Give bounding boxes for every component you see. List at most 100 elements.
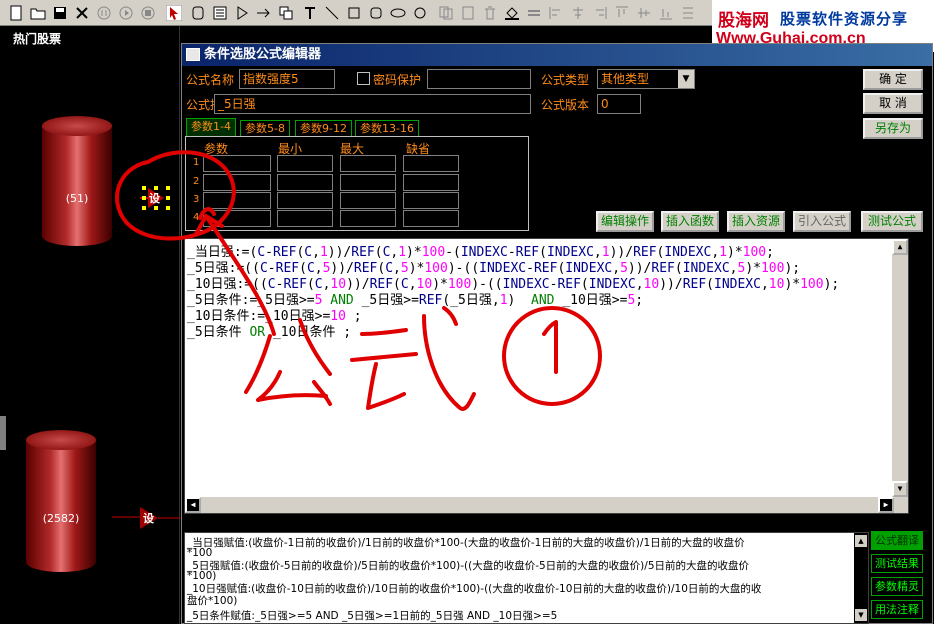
- parameters-panel: 参数 最小 最大 缺省 1 2 3 4: [185, 136, 529, 231]
- rectangle-icon[interactable]: [346, 5, 362, 21]
- param-default-cell[interactable]: [403, 174, 459, 191]
- param-name-cell[interactable]: [203, 174, 271, 191]
- circle-icon[interactable]: [412, 5, 428, 21]
- formula-version-input[interactable]: 0: [597, 94, 641, 114]
- param-max-cell[interactable]: [340, 174, 396, 191]
- text-icon[interactable]: [302, 5, 318, 21]
- copy-icon[interactable]: [278, 5, 294, 21]
- line-icon[interactable]: [324, 5, 340, 21]
- play-icon[interactable]: [234, 5, 250, 21]
- formula-code-editor[interactable]: _当日强:=(C-REF(C,1))/REF(C,1)*100-(INDEXC-…: [184, 238, 909, 514]
- formula-editor-dialog: 条件选股公式编辑器 公式名称 指数强度5 密码保护 公式类型 其他类型 ▼ 公式…: [181, 43, 933, 624]
- password-input[interactable]: [427, 69, 531, 89]
- annotation-scrollbar[interactable]: ▲ ▼: [854, 533, 868, 623]
- stock-cylinder[interactable]: (51): [42, 116, 112, 246]
- ok-button[interactable]: 确 定: [863, 69, 923, 90]
- scroll-left-icon[interactable]: ◀: [185, 497, 201, 513]
- scroll-up-icon[interactable]: ▲: [855, 535, 867, 547]
- formula-type-select[interactable]: 其他类型 ▼: [597, 69, 695, 89]
- window-icon: [186, 48, 200, 61]
- param-max-cell[interactable]: [340, 192, 396, 209]
- tab-params-5-8[interactable]: 参数5-8: [240, 120, 290, 137]
- insert-resource-button[interactable]: 插入资源: [727, 211, 785, 232]
- dialog-title-bar[interactable]: 条件选股公式编辑器: [182, 44, 932, 66]
- param-name-cell[interactable]: [203, 192, 271, 209]
- param-name-cell[interactable]: [203, 155, 271, 172]
- open-icon[interactable]: [30, 5, 46, 21]
- scroll-right-icon[interactable]: ▶: [878, 497, 894, 513]
- param-row-number: 1: [193, 157, 200, 168]
- param-min-cell[interactable]: [277, 174, 333, 191]
- usage-notes-button[interactable]: 用法注释: [871, 600, 923, 619]
- align-middle-icon[interactable]: [636, 5, 652, 21]
- param-row-number: 4: [193, 212, 200, 223]
- scroll-up-icon[interactable]: ▲: [892, 239, 908, 255]
- password-checkbox[interactable]: [357, 72, 370, 85]
- cancel-button[interactable]: 取 消: [863, 93, 923, 114]
- ellipse-icon[interactable]: [390, 5, 406, 21]
- code-vertical-scrollbar[interactable]: ▲ ▼: [892, 239, 908, 513]
- formula-annotation-box[interactable]: _当日强赋值:(收盘价-1日前的收盘价)/1日前的收盘价*100-(大盘的收盘价…: [184, 532, 869, 624]
- tab-params-9-12[interactable]: 参数9-12: [295, 120, 352, 137]
- line-width-icon[interactable]: [526, 5, 542, 21]
- param-min-cell[interactable]: [277, 192, 333, 209]
- fill-icon[interactable]: [504, 5, 520, 21]
- annotation-line: 盘价*100): [187, 595, 238, 607]
- test-formula-button[interactable]: 测试公式: [861, 211, 923, 232]
- align-bottom-icon[interactable]: [658, 5, 674, 21]
- cylinder-count: (2582): [42, 512, 80, 525]
- splitter-handle[interactable]: [0, 416, 6, 450]
- param-default-cell[interactable]: [403, 155, 459, 172]
- scroll-down-icon[interactable]: ▼: [855, 609, 867, 621]
- formula-name-input[interactable]: 指数强度5: [239, 69, 335, 89]
- record-icon[interactable]: [140, 5, 156, 21]
- new-icon[interactable]: [8, 5, 24, 21]
- align-center-icon[interactable]: [570, 5, 586, 21]
- duplicate-icon[interactable]: [438, 5, 454, 21]
- tab-params-1-4[interactable]: 参数1-4: [186, 118, 236, 137]
- panel-title: 热门股票: [13, 32, 62, 46]
- test-results-button[interactable]: 测试结果: [871, 554, 923, 573]
- align-right-icon[interactable]: [592, 5, 608, 21]
- rounded-rect-icon[interactable]: [190, 5, 206, 21]
- stop-icon[interactable]: [118, 5, 134, 21]
- param-wizard-button[interactable]: 参数精灵: [871, 577, 923, 596]
- align-left-icon[interactable]: [548, 5, 564, 21]
- pointer-icon[interactable]: [166, 5, 182, 21]
- import-formula-button[interactable]: 引入公式: [793, 211, 851, 232]
- param-default-cell[interactable]: [403, 192, 459, 209]
- hot-stocks-panel: 热门股票 (51) (2582): [0, 26, 180, 624]
- arrow-right-icon[interactable]: [256, 5, 272, 21]
- insert-function-button[interactable]: 插入函数: [661, 211, 719, 232]
- page-icon[interactable]: [460, 5, 476, 21]
- param-max-cell[interactable]: [340, 210, 396, 227]
- param-min-cell[interactable]: [277, 210, 333, 227]
- set-node-selected[interactable]: 设: [140, 184, 172, 212]
- code-horizontal-scrollbar[interactable]: ◀ ▶: [185, 497, 894, 513]
- edit-operation-button[interactable]: 编辑操作: [596, 211, 654, 232]
- set-label: 设: [143, 512, 154, 525]
- close-icon[interactable]: [74, 5, 90, 21]
- chevron-down-icon[interactable]: ▼: [678, 70, 694, 88]
- set-label: 设: [149, 192, 160, 205]
- save-as-button[interactable]: 另存为: [863, 118, 923, 139]
- pause-icon[interactable]: [96, 5, 112, 21]
- translate-formula-button[interactable]: 公式翻译: [871, 531, 923, 550]
- formula-description-input[interactable]: _5日强: [214, 94, 531, 114]
- list-icon[interactable]: [212, 5, 228, 21]
- param-default-cell[interactable]: [403, 210, 459, 227]
- param-min-cell[interactable]: [277, 155, 333, 172]
- rounded-square-icon[interactable]: [368, 5, 384, 21]
- name-label: 公式名称: [186, 73, 235, 87]
- delete-icon[interactable]: [482, 5, 498, 21]
- stock-cylinder[interactable]: (2582): [26, 430, 96, 572]
- distribute-icon[interactable]: [680, 5, 696, 21]
- tab-params-13-16[interactable]: 参数13-16: [355, 120, 419, 137]
- param-max-cell[interactable]: [340, 155, 396, 172]
- save-icon[interactable]: [52, 5, 68, 21]
- type-value: 其他类型: [601, 72, 650, 86]
- align-top-icon[interactable]: [614, 5, 630, 21]
- set-node[interactable]: 设: [112, 506, 180, 532]
- scroll-down-icon[interactable]: ▼: [892, 481, 908, 497]
- param-name-cell[interactable]: [203, 210, 271, 227]
